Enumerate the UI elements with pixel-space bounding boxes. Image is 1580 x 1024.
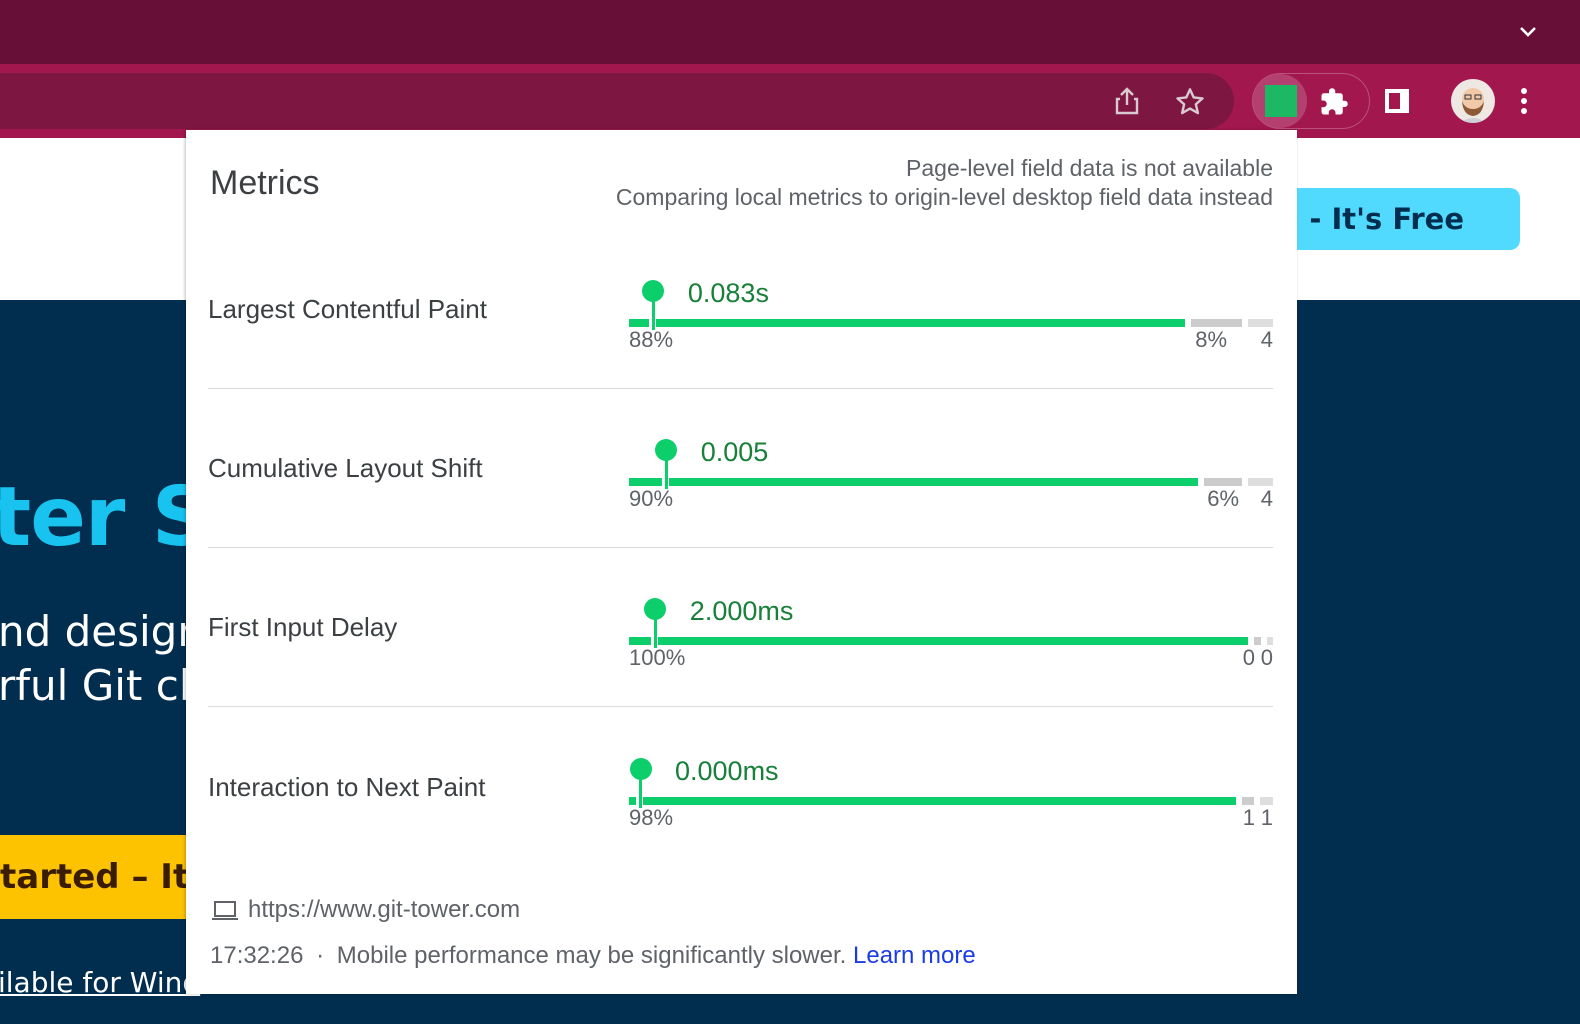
good-segment: [629, 478, 1198, 486]
local-value-marker: [642, 280, 665, 302]
needs-improvement-segment: [1203, 478, 1242, 486]
poor-segment: [1247, 319, 1273, 327]
more-menu-icon: [1521, 88, 1527, 114]
field-data-notice: Page-level field data is not available C…: [616, 154, 1273, 212]
local-value-marker: [629, 758, 652, 780]
side-panel-icon: [1385, 89, 1409, 113]
metric-value: 0.000ms: [675, 756, 779, 786]
needs-improvement-percent: 8%: [1195, 327, 1227, 352]
poor-percent: 1: [1260, 805, 1273, 830]
poor-segment: [1266, 637, 1273, 645]
share-icon: [1115, 87, 1139, 115]
side-panel-button[interactable]: [1381, 85, 1413, 117]
good-segment: [629, 319, 1186, 327]
hero-title: ter S: [0, 470, 211, 565]
mobile-warning: Mobile performance may be significantly …: [336, 942, 847, 969]
distribution-bar: 0.005 90% 6% 4: [629, 389, 1273, 548]
puzzle-extensions-icon: [1321, 88, 1348, 115]
metrics-popup: Metrics Page-level field data is not ava…: [186, 130, 1297, 994]
share-button[interactable]: [1110, 84, 1144, 118]
good-percent: 90%: [629, 486, 674, 511]
needs-improvement-segment: [1241, 797, 1255, 805]
good-percent: 100%: [629, 645, 686, 670]
platform-availability-link[interactable]: ilable for Wind: [0, 966, 200, 999]
metric-row: First Input Delay 2.000ms 100% 0 0: [208, 548, 1273, 707]
extension-active-icon[interactable]: [1265, 85, 1297, 117]
local-value-marker: [644, 598, 667, 620]
metric-row: Interaction to Next Paint 0.000ms 98% 1 1: [208, 708, 1273, 867]
needs-improvement-percent: 1: [1242, 805, 1255, 830]
popup-title: Metrics: [210, 164, 320, 202]
timestamp: 17:32:26: [210, 942, 304, 969]
local-value-marker: [655, 439, 678, 461]
metric-value: 2.000ms: [689, 596, 794, 626]
metric-name: Cumulative Layout Shift: [208, 453, 483, 483]
poor-segment: [1260, 797, 1273, 805]
learn-more-link[interactable]: Learn more: [853, 942, 976, 969]
hero-subtitle: nd design rful Git cli: [0, 605, 204, 713]
hero-subtitle-line: rful Git cli: [0, 661, 203, 710]
separator: ·: [316, 942, 325, 969]
address-bar[interactable]: [0, 73, 1234, 129]
poor-percent: 4: [1260, 327, 1273, 352]
poor-percent: 4: [1260, 486, 1273, 511]
needs-improvement-percent: 0: [1242, 645, 1255, 670]
needs-improvement-percent: 6%: [1207, 486, 1239, 511]
chevron-down-icon: [1520, 27, 1536, 37]
poor-segment: [1247, 478, 1273, 486]
laptop-icon: [212, 901, 238, 920]
distribution-bar: 0.083s 88% 8% 4: [629, 230, 1273, 389]
metric-value: 0.005: [700, 437, 769, 467]
distribution-bar: 2.000ms 100% 0 0: [629, 548, 1273, 707]
good-segment: [629, 797, 1236, 805]
bookmark-button[interactable]: [1172, 84, 1208, 120]
notice-line: Comparing local metrics to origin-level …: [615, 184, 1273, 210]
avatar-face-icon: [1459, 88, 1487, 123]
get-started-button[interactable]: tarted – It': [0, 835, 200, 919]
tab-strip: [0, 0, 1580, 64]
bookmark-star-icon: [1176, 88, 1204, 115]
good-segment: [629, 637, 1249, 645]
footer-status: 17:32:26 · Mobile performance may be sig…: [210, 942, 976, 970]
needs-improvement-segment: [1254, 637, 1261, 645]
metric-row: Cumulative Layout Shift 0.005 90% 6% 4: [208, 389, 1273, 548]
tab-search-button[interactable]: [1516, 20, 1540, 44]
poor-percent: 0: [1260, 645, 1273, 670]
browser-menu-button[interactable]: [1512, 86, 1536, 116]
extensions-button[interactable]: [1316, 84, 1352, 120]
good-percent: 88%: [629, 327, 674, 352]
hero-subtitle-line: nd design: [0, 607, 204, 656]
good-percent: 98%: [629, 805, 674, 830]
metric-name: Interaction to Next Paint: [208, 772, 486, 802]
metric-name: First Input Delay: [208, 612, 398, 642]
metric-value: 0.083s: [687, 278, 769, 308]
profile-avatar[interactable]: [1451, 79, 1495, 123]
page-url: https://www.git-tower.com: [210, 896, 520, 924]
url-text: https://www.git-tower.com: [248, 896, 521, 923]
metric-name: Largest Contentful Paint: [208, 294, 487, 324]
needs-improvement-segment: [1191, 319, 1242, 327]
metric-row: Largest Contentful Paint 0.083s 88% 8% 4: [208, 230, 1273, 389]
notice-line: Page-level field data is not available: [906, 155, 1273, 181]
distribution-bar: 0.000ms 98% 1 1: [629, 708, 1273, 867]
